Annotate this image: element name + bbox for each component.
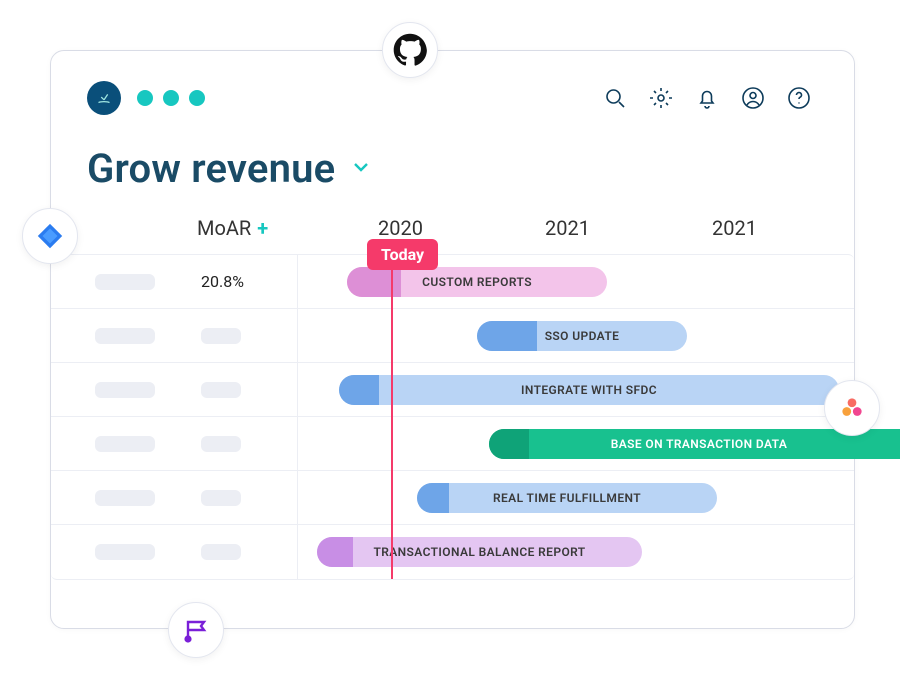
row-name-cell <box>51 328 201 344</box>
asana-icon <box>824 380 880 436</box>
row-name-cell <box>51 490 201 506</box>
year-header: 2020 <box>317 216 484 240</box>
today-badge: Today <box>367 239 438 270</box>
gantt-cell: INTEGRATE WITH SFDC <box>297 363 854 416</box>
row-moar-skeleton <box>201 382 241 398</box>
row-moar-cell <box>201 490 297 506</box>
year-header: 2021 <box>484 216 651 240</box>
topbar <box>87 81 818 115</box>
gantt-bar-progress <box>317 537 353 567</box>
row-name-cell <box>51 436 201 452</box>
gantt-bar[interactable]: CUSTOM REPORTS <box>347 267 607 297</box>
dot <box>163 90 179 106</box>
dot <box>137 90 153 106</box>
gantt-cell: TRANSACTIONAL BALANCE REPORT <box>297 525 854 579</box>
add-column-button[interactable]: + <box>257 216 268 240</box>
row-moar-skeleton <box>201 544 241 560</box>
row-moar-cell <box>201 328 297 344</box>
roadmap-row: BASE ON TRANSACTION DATA <box>51 417 854 471</box>
gantt-bar-label: INTEGRATE WITH SFDC <box>521 383 657 397</box>
roadmap-row: REAL TIME FULFILLMENT <box>51 471 854 525</box>
moar-label: MoAR <box>197 216 251 240</box>
row-moar-skeleton <box>201 328 241 344</box>
row-name-skeleton <box>95 382 155 398</box>
columns-header: MoAR + 2020 2021 2021 <box>87 216 818 240</box>
row-name-skeleton <box>95 544 155 560</box>
workspace-dots[interactable] <box>137 90 205 106</box>
gantt-bar-label: BASE ON TRANSACTION DATA <box>611 437 788 451</box>
gantt-bar-label: REAL TIME FULFILLMENT <box>493 491 641 505</box>
gantt-bar[interactable]: SSO UPDATE <box>477 321 687 351</box>
gantt-bar-label: TRANSACTIONAL BALANCE REPORT <box>373 545 585 559</box>
bell-icon[interactable] <box>694 85 720 111</box>
row-moar-skeleton <box>201 436 241 452</box>
gantt-bar-label: CUSTOM REPORTS <box>422 275 532 289</box>
search-icon[interactable] <box>602 85 628 111</box>
dot <box>189 90 205 106</box>
moar-column-header: MoAR + <box>197 216 317 240</box>
roadmap-row: SSO UPDATE <box>51 309 854 363</box>
roadmap-grid: Today 20.8%CUSTOM REPORTSSSO UPDATEINTEG… <box>51 254 854 580</box>
row-name-cell <box>51 544 201 560</box>
moar-value: 20.8% <box>201 272 244 291</box>
gantt-bar-progress <box>339 375 379 405</box>
gantt-cell: REAL TIME FULFILLMENT <box>297 471 854 524</box>
row-moar-cell <box>201 544 297 560</box>
row-moar-cell: 20.8% <box>201 272 297 291</box>
gantt-bar[interactable]: INTEGRATE WITH SFDC <box>339 375 839 405</box>
gantt-bar-label: SSO UPDATE <box>545 329 620 343</box>
row-name-skeleton <box>95 328 155 344</box>
roadmap-row: TRANSACTIONAL BALANCE REPORT <box>51 525 854 579</box>
github-icon <box>382 22 438 78</box>
row-name-skeleton <box>95 490 155 506</box>
gantt-cell: BASE ON TRANSACTION DATA <box>297 417 854 470</box>
app-window: Grow revenue MoAR + 2020 2021 2021 Today… <box>50 50 855 629</box>
page-title[interactable]: Grow revenue <box>87 145 335 192</box>
app-logo[interactable] <box>87 81 121 115</box>
roadmap-row: 20.8% CUSTOM REPORTS <box>51 255 854 309</box>
user-icon[interactable] <box>740 85 766 111</box>
row-name-skeleton <box>95 274 155 290</box>
year-header: 2021 <box>651 216 818 240</box>
row-name-cell <box>51 382 201 398</box>
gantt-bar-progress <box>417 483 449 513</box>
flag-icon <box>168 602 224 658</box>
help-icon[interactable] <box>786 85 812 111</box>
row-moar-cell <box>201 436 297 452</box>
row-moar-skeleton <box>201 490 241 506</box>
gantt-bar-progress <box>489 429 529 459</box>
row-name-skeleton <box>95 436 155 452</box>
gantt-bar-progress <box>347 267 401 297</box>
gear-icon[interactable] <box>648 85 674 111</box>
gantt-bar-progress <box>477 321 537 351</box>
row-name-cell <box>51 274 201 290</box>
gantt-bar[interactable]: BASE ON TRANSACTION DATA <box>489 429 900 459</box>
chevron-down-icon[interactable] <box>349 155 373 183</box>
row-moar-cell <box>201 382 297 398</box>
jira-icon <box>22 208 78 264</box>
roadmap-row: INTEGRATE WITH SFDC <box>51 363 854 417</box>
gantt-cell: SSO UPDATE <box>297 309 854 362</box>
gantt-bar[interactable]: TRANSACTIONAL BALANCE REPORT <box>317 537 642 567</box>
gantt-bar[interactable]: REAL TIME FULFILLMENT <box>417 483 717 513</box>
